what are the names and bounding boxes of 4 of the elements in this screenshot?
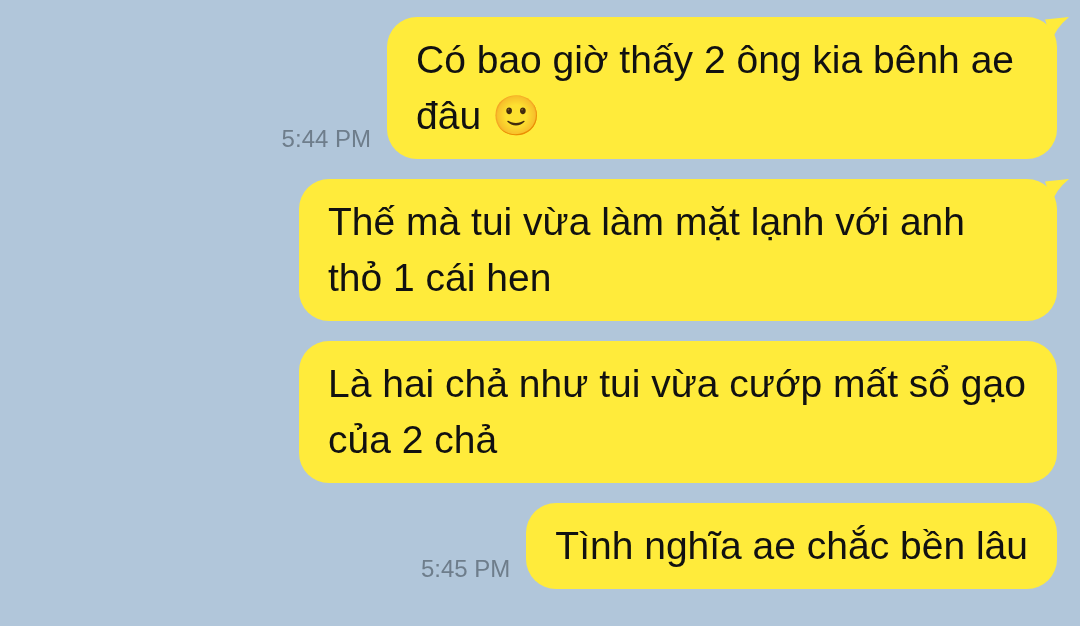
message-bubble: Là hai chả như tui vừa cướp mất sổ gạo của 2 chả bbox=[299, 341, 1057, 483]
message-bubble: Tình nghĩa ae chắc bền lâu bbox=[526, 503, 1057, 589]
message-time: 5:45 PM bbox=[420, 554, 511, 584]
message-time: 5:44 PM bbox=[281, 124, 371, 154]
